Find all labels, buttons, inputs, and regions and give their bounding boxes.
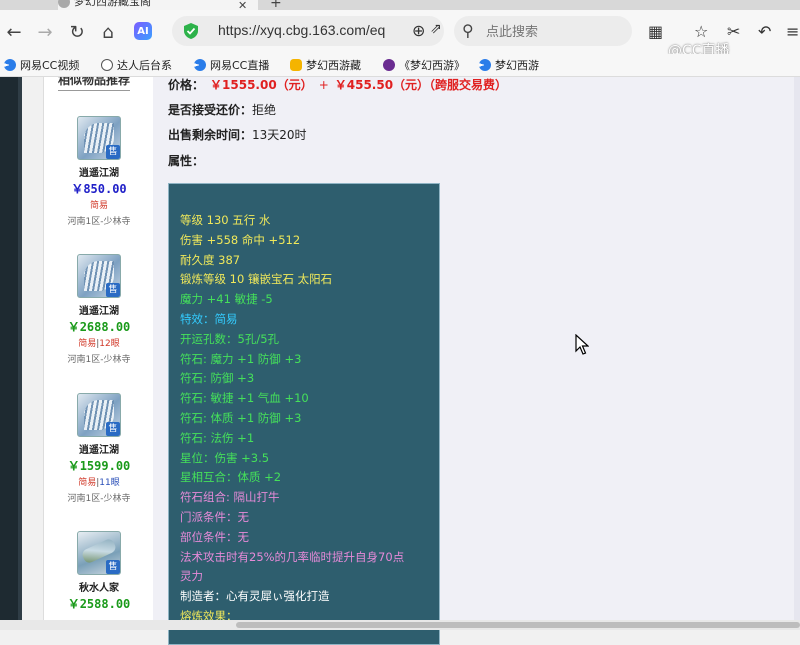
undo-icon[interactable]: ↶ bbox=[758, 22, 771, 41]
attribute-line: 等级 130 五行 水 bbox=[180, 213, 271, 227]
item-price: ￥1599.00 bbox=[67, 459, 131, 473]
price-row: 价格： ￥1555.00（元） + ￥455.50（元）（跨服交易费） bbox=[168, 78, 508, 92]
page-left-margin bbox=[0, 77, 22, 630]
counteroffer-row: 是否接受还价：拒绝 bbox=[168, 103, 277, 117]
item-tag: 简易 bbox=[89, 201, 108, 211]
shield-icon bbox=[184, 23, 198, 39]
attribute-line: 星相互合：体质 +2 bbox=[180, 470, 282, 485]
attribute-line: 制造者：心有灵犀ぃ强化打造 bbox=[180, 589, 330, 604]
attribute-line: 符石组合: 隔山打牛 bbox=[180, 490, 280, 505]
item-price: ￥2588.00 bbox=[67, 597, 131, 611]
attributes-label: 属性： bbox=[168, 154, 205, 168]
item-price: ￥2688.00 bbox=[67, 320, 131, 334]
attribute-line: 符石: 法伤 +1 bbox=[180, 430, 255, 445]
attribute-line: 特效：简易 bbox=[180, 312, 238, 326]
horizontal-scrollbar[interactable] bbox=[0, 620, 800, 630]
attribute-line: 符石: 敏捷 +1 气血 +10 bbox=[180, 391, 309, 406]
address-bar[interactable]: https://xyq.cbg.163.com/eq ⊕ ⇗ bbox=[172, 16, 444, 46]
tab-close-icon[interactable]: ✕ bbox=[238, 0, 247, 10]
bookmark-item[interactable]: 网易CC直播 bbox=[194, 57, 269, 73]
item-thumbnail[interactable]: 售 bbox=[77, 393, 121, 437]
tab-title: 梦幻西游藏宝阁 bbox=[74, 0, 151, 8]
tab-strip: 梦幻西游藏宝阁 ✕ + bbox=[0, 0, 800, 10]
forward-icon[interactable]: → bbox=[33, 20, 57, 44]
right-edge bbox=[794, 77, 800, 620]
cc-icon bbox=[479, 59, 491, 71]
item-tag: 简易|11眼 bbox=[78, 478, 120, 488]
attribute-line: 符石: 防御 +3 bbox=[180, 371, 255, 386]
item-server: 河南1区-少林寺 bbox=[67, 217, 131, 227]
mouse-cursor-icon bbox=[575, 334, 589, 355]
duck-icon bbox=[290, 59, 302, 71]
scrollbar-thumb[interactable] bbox=[236, 622, 800, 628]
globe-icon bbox=[101, 59, 113, 71]
bookmark-item[interactable]: 梦幻西游藏 bbox=[290, 57, 361, 73]
favorite-star-icon[interactable]: ☆ bbox=[694, 22, 708, 41]
remaining-time-row: 出售剩余时间：13天20时 bbox=[168, 128, 307, 142]
sale-badge: 售 bbox=[106, 283, 120, 297]
item-thumbnail[interactable]: 售 bbox=[77, 254, 121, 298]
bookmark-item[interactable]: 网易CC视频 bbox=[4, 57, 79, 73]
item-thumbnail[interactable]: 售 bbox=[77, 531, 121, 575]
bookmark-item[interactable]: 梦幻西游 bbox=[479, 57, 539, 73]
item-detail-panel: 价格： ￥1555.00（元） + ￥455.50（元）（跨服交易费） 是否接受还价：… bbox=[153, 77, 800, 645]
attribute-line: 锻炼等级 10 镶嵌宝石 太阳石 bbox=[180, 272, 333, 287]
search-box[interactable]: ⚲ bbox=[454, 16, 632, 46]
sale-badge: 售 bbox=[106, 422, 120, 436]
zoom-icon[interactable]: ⊕ bbox=[412, 21, 425, 40]
item-server: 河南1区-少林寺 bbox=[67, 355, 131, 365]
attribute-line: 门派条件：无 bbox=[180, 510, 249, 524]
mhxy-icon bbox=[383, 59, 395, 71]
back-icon[interactable]: ← bbox=[2, 20, 26, 44]
item-name[interactable]: 逍遥江湖 bbox=[44, 441, 154, 456]
item-server: 河南1区-少林寺 bbox=[67, 494, 131, 504]
reload-icon[interactable]: ↻ bbox=[65, 20, 89, 44]
sale-badge: 售 bbox=[106, 560, 120, 574]
search-icon: ⚲ bbox=[462, 21, 474, 40]
tab-favicon-icon bbox=[58, 0, 70, 8]
item-name[interactable]: 逍遥江湖 bbox=[44, 302, 154, 317]
menu-icon[interactable]: ≡ bbox=[786, 22, 799, 41]
apps-grid-icon[interactable]: ▦ bbox=[648, 22, 663, 41]
new-tab-icon[interactable]: + bbox=[270, 0, 282, 10]
attribute-line: 符石: 体质 +1 防御 +3 bbox=[180, 411, 302, 425]
attribute-line: 符石: 魔力 +1 防御 +3 bbox=[180, 351, 302, 366]
item-thumbnail[interactable]: 售 bbox=[77, 116, 121, 160]
bookmark-item[interactable]: 《梦幻西游》 bbox=[383, 57, 465, 73]
similar-items-sidebar: 相似物品推荐 售 逍遥江湖 ￥850.00 简易 河南1区-少林寺 售 逍遥江湖… bbox=[43, 77, 155, 630]
attribute-line: 法术攻击时有25%的几率临时提升自身70点 bbox=[180, 549, 405, 564]
home-icon[interactable]: ⌂ bbox=[96, 20, 120, 44]
item-name[interactable]: 逍遥江湖 bbox=[44, 164, 154, 179]
bookmarks-bar: 网易CC视频 达人后台系 网易CC直播 梦幻西游藏 《梦幻西游》 梦幻西游 bbox=[0, 54, 800, 77]
attribute-line: 魔力 +41 敏捷 -5 bbox=[180, 292, 273, 307]
search-input[interactable] bbox=[484, 22, 628, 42]
tab-active[interactable]: 梦幻西游藏宝阁 bbox=[58, 0, 258, 10]
sale-badge: 售 bbox=[106, 145, 120, 159]
url-text[interactable]: https://xyq.cbg.163.com/eq bbox=[218, 22, 385, 38]
attribute-line: 星位：伤害 +3.5 bbox=[180, 450, 270, 465]
attribute-line: 伤害 +558 命中 +512 bbox=[180, 232, 301, 247]
bookmark-item[interactable]: 达人后台系 bbox=[101, 57, 172, 73]
sidebar-title: 相似物品推荐 bbox=[58, 77, 131, 91]
share-icon[interactable]: ⇗ bbox=[430, 21, 442, 37]
browser-toolbar: ← → ↻ ⌂ AI https://xyq.cbg.163.com/eq ⊕ … bbox=[0, 10, 800, 59]
cc-icon bbox=[4, 59, 16, 71]
attribute-line: 耐久度 387 bbox=[180, 252, 241, 267]
cc-icon bbox=[194, 59, 206, 71]
item-name[interactable]: 秋水人家 bbox=[44, 579, 154, 594]
attributes-box: 等级 130 五行 水伤害 +558 命中 +512 耐久度 387 锻炼等级 10… bbox=[168, 183, 440, 645]
item-price: ￥850.00 bbox=[71, 182, 127, 196]
attribute-line: 开运孔数：5孔/5孔 bbox=[180, 331, 280, 346]
attribute-line: 灵力 bbox=[180, 569, 203, 584]
attribute-line: 部位条件：无 bbox=[180, 529, 249, 544]
item-tag: 简易|12眼 bbox=[78, 339, 120, 349]
scissors-icon[interactable]: ✂ bbox=[727, 22, 740, 41]
ai-assistant-icon[interactable]: AI bbox=[134, 22, 152, 40]
